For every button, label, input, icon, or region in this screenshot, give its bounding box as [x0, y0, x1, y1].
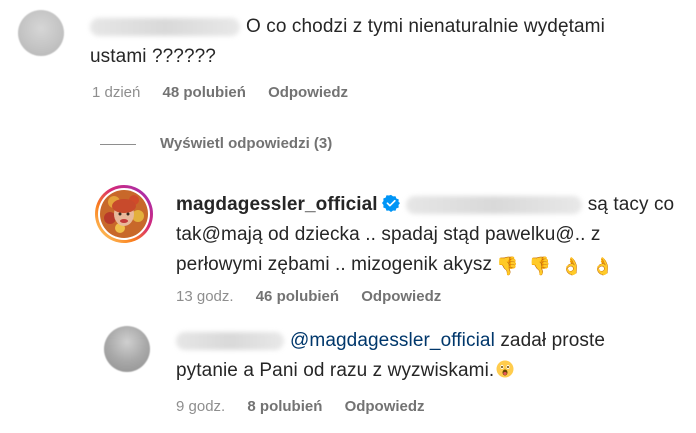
reply1-time[interactable]: 13 godz. [176, 288, 234, 305]
comment1-avatar[interactable] [18, 10, 64, 56]
reply1-mention-blurred[interactable] [405, 195, 582, 214]
comment1-time[interactable]: 1 dzień [92, 84, 140, 101]
reply1-likes[interactable]: 46 polubień [256, 288, 339, 305]
comment1-reply-button[interactable]: Odpowiedz [268, 84, 348, 101]
comment1-likes[interactable]: 48 polubień [163, 84, 246, 101]
reply2-likes[interactable]: 8 polubień [247, 398, 322, 415]
verified-badge-icon [381, 194, 400, 212]
reply1-username[interactable]: magdagessler_official [176, 194, 378, 215]
astonished-face-icon [496, 360, 514, 378]
replies-divider [100, 144, 136, 145]
reply2-text: @magdagessler_official zadał proste pyta… [176, 326, 676, 386]
comment1-username-blurred[interactable] [90, 17, 240, 36]
comment1-text-line1: O co chodzi z tymi nienaturalnie wydętam… [246, 16, 605, 37]
reply2-mention-link[interactable]: @magdagessler_official [290, 330, 495, 351]
reply1-reply-button[interactable]: Odpowiedz [361, 288, 441, 305]
reply1-avatar[interactable] [94, 184, 154, 244]
reply2-meta: 9 godz. 8 polubień Odpowiedz [176, 398, 425, 415]
reply2-avatar[interactable] [104, 326, 150, 372]
reply1-text-line3: perłowymi zębami .. mizogenik akysz [176, 254, 493, 275]
comment1-text-line2: ustami ?????? [90, 46, 216, 67]
reply1-avatar-image [95, 185, 153, 243]
reply2-reply-button[interactable]: Odpowiedz [345, 398, 425, 415]
reply1-text-line2: tak@mają od dziecka .. spadaj stąd pawel… [176, 224, 601, 245]
view-replies-label: Wyświetl odpowiedzi (3) [160, 135, 333, 152]
reply1-meta: 13 godz. 46 polubień Odpowiedz [176, 288, 441, 305]
reply2-text-line2: pytanie a Pani od razu z wyzwiskami. [176, 360, 495, 381]
comment1-text: O co chodzi z tymi nienaturalnie wydętam… [90, 12, 650, 72]
reply1-text: magdagessler_official są tacy co tak@maj… [176, 190, 676, 280]
ok-hand-icon: 👌 [561, 257, 583, 276]
comment1-meta: 1 dzień 48 polubień Odpowiedz [92, 84, 348, 101]
reply1-text-line1-tail: są tacy co [587, 194, 675, 215]
reply2-text-line1-tail: zadał proste [500, 330, 606, 351]
reply2-time[interactable]: 9 godz. [176, 398, 225, 415]
thumbs-down-icon: 👎 [496, 256, 519, 276]
ok-hand-icon: 👌 [592, 257, 614, 276]
thumbs-down-icon: 👎 [528, 256, 552, 276]
reply2-username-blurred[interactable] [176, 331, 284, 350]
view-replies-button[interactable]: Wyświetl odpowiedzi (3) [160, 135, 332, 152]
